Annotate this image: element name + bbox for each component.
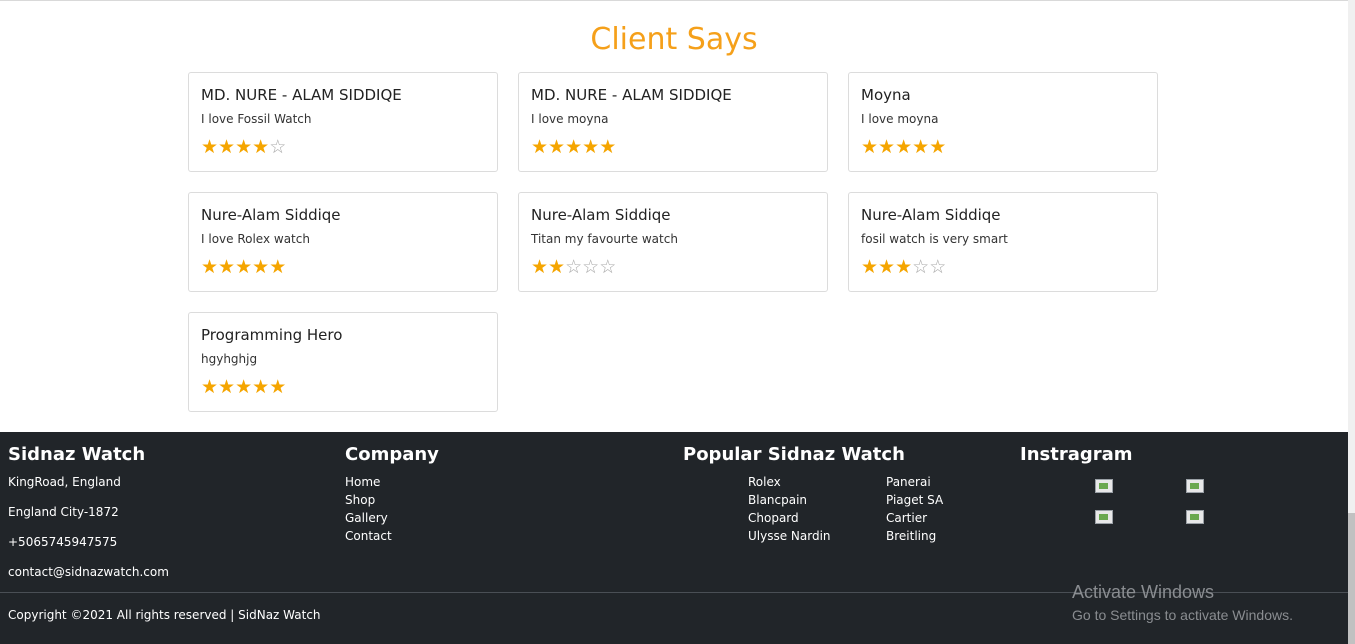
star-filled-icon: ★ (582, 137, 600, 158)
star-filled-icon: ★ (218, 257, 236, 278)
star-filled-icon: ★ (599, 137, 617, 158)
review-card: Nure-Alam Siddiqe Titan my favourte watch… (518, 192, 828, 292)
footer-link-contact[interactable]: Contact (345, 529, 392, 543)
broken-image-icon[interactable] (1186, 510, 1204, 524)
review-card: Nure-Alam Siddiqe I love Rolex watch ★★★★★ (188, 192, 498, 292)
star-empty-icon: ☆ (269, 137, 287, 158)
review-text: fosil watch is very smart (861, 232, 1008, 246)
review-text: I love moyna (531, 112, 609, 126)
review-text: I love Rolex watch (201, 232, 310, 246)
star-filled-icon: ★ (878, 257, 896, 278)
review-text: hgyhghjg (201, 352, 258, 366)
broken-image-icon[interactable] (1095, 479, 1113, 493)
footer-brand-link[interactable]: Rolex (748, 475, 781, 489)
footer-phone: +5065745947575 (8, 535, 118, 549)
footer-company-title: Company (345, 444, 439, 465)
broken-image-icon[interactable] (1095, 510, 1113, 524)
star-rating: ★★★★★ (531, 137, 616, 159)
review-card: Nure-Alam Siddiqe fosil watch is very sma… (848, 192, 1158, 292)
footer-address-city: England City-1872 (8, 505, 119, 519)
star-empty-icon: ☆ (929, 257, 947, 278)
star-rating: ★★★☆☆ (861, 257, 946, 279)
footer-brand-link[interactable]: Ulysse Nardin (748, 529, 831, 543)
scrollbar-thumb[interactable] (1348, 513, 1355, 644)
star-filled-icon: ★ (878, 137, 896, 158)
star-rating: ★★★★★ (861, 137, 946, 159)
star-filled-icon: ★ (235, 137, 253, 158)
footer-brand-link[interactable]: Cartier (886, 511, 927, 525)
star-filled-icon: ★ (252, 257, 270, 278)
footer-brand-title: Sidnaz Watch (8, 444, 146, 465)
star-filled-icon: ★ (269, 377, 287, 398)
footer: Sidnaz Watch KingRoad, England England C… (0, 432, 1348, 644)
footer-brand-link[interactable]: Piaget SA (886, 493, 943, 507)
footer-instagram-title: Instragram (1020, 444, 1133, 465)
review-card: MD. NURE - ALAM SIDDIQE I love moyna ★★★★★ (518, 72, 828, 172)
star-filled-icon: ★ (269, 257, 287, 278)
copyright-text: Copyright ©2021 All rights reserved | Si… (8, 608, 321, 622)
star-filled-icon: ★ (565, 137, 583, 158)
star-filled-icon: ★ (929, 137, 947, 158)
star-filled-icon: ★ (548, 257, 566, 278)
star-filled-icon: ★ (201, 257, 219, 278)
footer-link-shop[interactable]: Shop (345, 493, 375, 507)
star-filled-icon: ★ (252, 377, 270, 398)
star-empty-icon: ☆ (599, 257, 617, 278)
star-filled-icon: ★ (201, 137, 219, 158)
star-filled-icon: ★ (548, 137, 566, 158)
star-filled-icon: ★ (218, 377, 236, 398)
star-filled-icon: ★ (235, 257, 253, 278)
footer-link-home[interactable]: Home (345, 475, 380, 489)
broken-image-icon[interactable] (1186, 479, 1204, 493)
star-filled-icon: ★ (531, 137, 549, 158)
review-card: MD. NURE - ALAM SIDDIQE I love Fossil Wat… (188, 72, 498, 172)
star-filled-icon: ★ (252, 137, 270, 158)
review-text: I love moyna (861, 112, 939, 126)
star-empty-icon: ☆ (912, 257, 930, 278)
star-rating: ★★★★☆ (201, 137, 286, 159)
star-filled-icon: ★ (201, 377, 219, 398)
footer-brand-link[interactable]: Blancpain (748, 493, 807, 507)
top-border (0, 0, 1355, 1)
star-empty-icon: ☆ (565, 257, 583, 278)
reviewer-name: MD. NURE - ALAM SIDDIQE (531, 86, 732, 104)
star-filled-icon: ★ (895, 137, 913, 158)
page-scrollbar[interactable] (1348, 0, 1355, 644)
footer-brand-link[interactable]: Chopard (748, 511, 799, 525)
reviewer-name: Programming Hero (201, 326, 343, 344)
footer-popular-title: Popular Sidnaz Watch (683, 444, 905, 465)
reviewer-name: Nure-Alam Siddiqe (531, 206, 671, 224)
review-card: Programming Hero hgyhghjg ★★★★★ (188, 312, 498, 412)
star-filled-icon: ★ (861, 137, 879, 158)
star-filled-icon: ★ (235, 377, 253, 398)
review-card: Moyna I love moyna ★★★★★ (848, 72, 1158, 172)
review-text: I love Fossil Watch (201, 112, 312, 126)
section-title: Client Says (590, 22, 758, 57)
star-filled-icon: ★ (895, 257, 913, 278)
star-filled-icon: ★ (912, 137, 930, 158)
star-filled-icon: ★ (531, 257, 549, 278)
reviewer-name: Nure-Alam Siddiqe (861, 206, 1001, 224)
footer-email: contact@sidnazwatch.com (8, 565, 169, 579)
star-rating: ★★☆☆☆ (531, 257, 616, 279)
reviewer-name: Nure-Alam Siddiqe (201, 206, 341, 224)
star-filled-icon: ★ (218, 137, 236, 158)
footer-brand-link[interactable]: Panerai (886, 475, 931, 489)
star-rating: ★★★★★ (201, 257, 286, 279)
activate-windows-title: Activate Windows (1072, 582, 1215, 602)
activate-windows-subtitle: Go to Settings to activate Windows. (1072, 607, 1293, 623)
reviewer-name: Moyna (861, 86, 911, 104)
footer-brand-link[interactable]: Breitling (886, 529, 936, 543)
star-empty-icon: ☆ (582, 257, 600, 278)
star-filled-icon: ★ (861, 257, 879, 278)
footer-address-line: KingRoad, England (8, 475, 121, 489)
reviewer-name: MD. NURE - ALAM SIDDIQE (201, 86, 402, 104)
star-rating: ★★★★★ (201, 377, 286, 399)
footer-link-gallery[interactable]: Gallery (345, 511, 388, 525)
review-text: Titan my favourte watch (531, 232, 678, 246)
